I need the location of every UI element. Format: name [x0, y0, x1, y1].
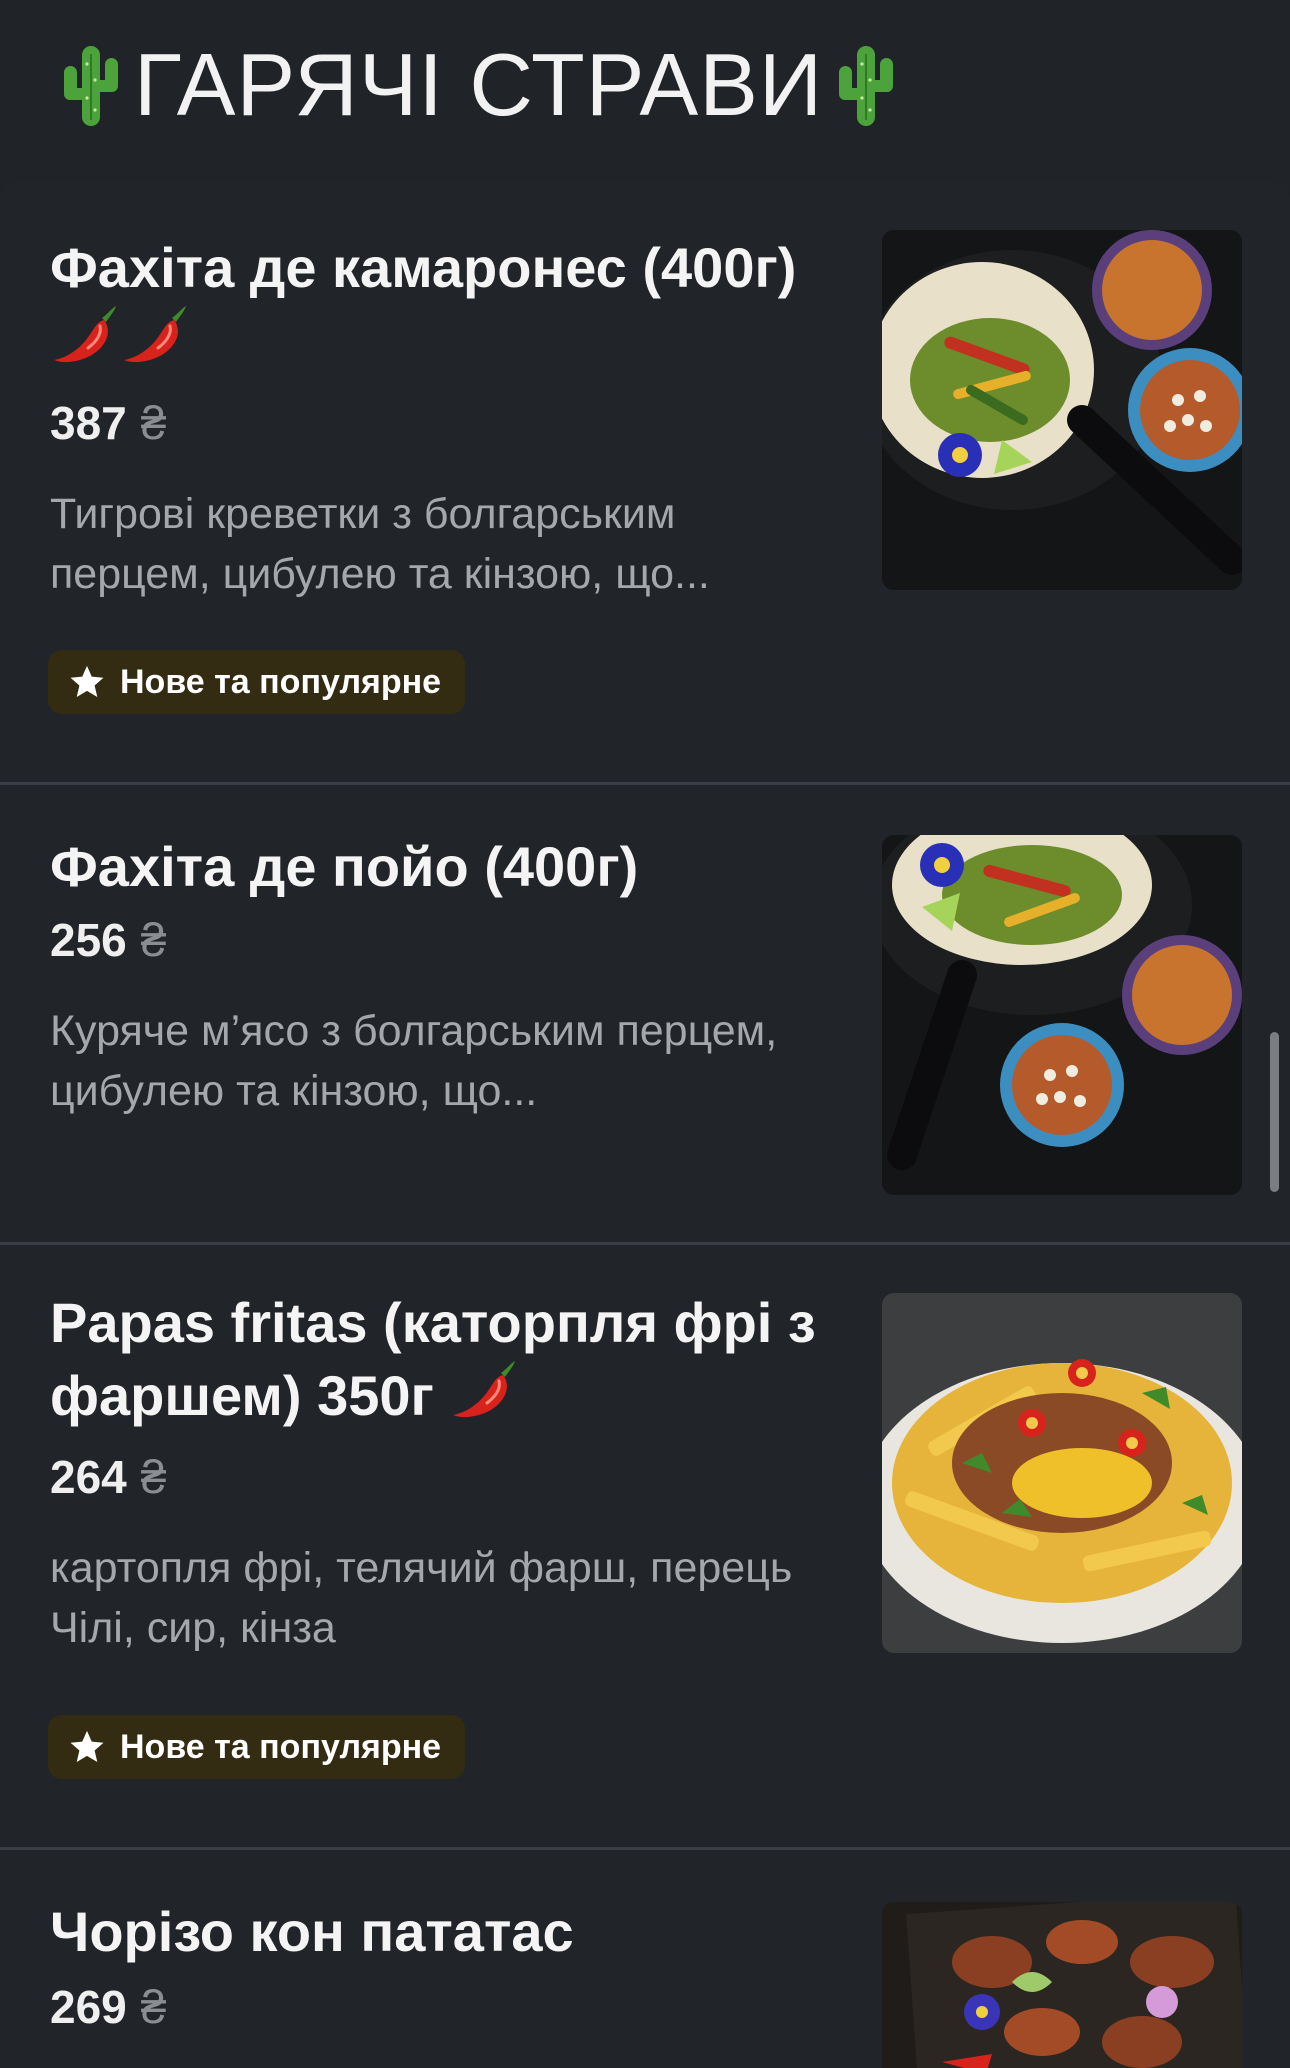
- dish-title: Фахіта де камаронес (400г): [50, 232, 850, 377]
- price-value: 387: [50, 397, 127, 449]
- currency-symbol: ₴: [140, 1981, 167, 2033]
- chorizo-potatoes-photo[interactable]: [882, 1902, 1242, 2068]
- currency-symbol: ₴: [140, 914, 167, 966]
- star-icon: [68, 663, 106, 701]
- new-popular-badge: Нове та популярне: [48, 1715, 466, 1779]
- papas-fritas-photo[interactable]: [882, 1293, 1242, 1653]
- dish-card-fajita-shrimp[interactable]: Фахіта де камаронес (400г) 387 ₴ Тигрові …: [0, 182, 1290, 785]
- dish-description: Куряче м’ясо з болгарським перцем, цибул…: [50, 1007, 778, 1115]
- currency-symbol: ₴: [140, 397, 167, 449]
- chorizo-potatoes-photo-image: [882, 1902, 1242, 2068]
- dish-card-fajita-chicken[interactable]: Фахіта де пойо (400г) 256 ₴ Куряче м’ясо …: [0, 785, 1290, 1245]
- chili-pepper-icon: [50, 304, 120, 368]
- papas-fritas-photo-image: [882, 1293, 1242, 1653]
- new-popular-badge: Нове та популярне: [48, 650, 466, 714]
- dish-price: 269 ₴: [50, 1980, 166, 2034]
- price-value: 256: [50, 914, 127, 966]
- dish-price: 256 ₴: [50, 913, 166, 967]
- price-value: 264: [50, 1451, 127, 1503]
- cactus-icon: [833, 40, 899, 130]
- star-icon: [68, 1728, 106, 1766]
- menu-page: ГАРЯЧІ СТРАВИ Фахіта де камаронес (400г)…: [0, 0, 1290, 2068]
- dish-price: 264 ₴: [50, 1450, 166, 1504]
- dish-title: Фахіта де пойо (400г): [50, 835, 639, 898]
- cactus-icon: [58, 40, 124, 130]
- scrollbar[interactable]: [1270, 1032, 1279, 1192]
- dish-title: Papas fritas (каторпля фрі з фаршем) 350…: [50, 1291, 816, 1427]
- fajita-chicken-photo[interactable]: [882, 835, 1242, 1195]
- badge-label: Нове та популярне: [120, 1727, 442, 1766]
- dish-card-chorizo[interactable]: Чорізо кон пататас 269 ₴: [0, 1850, 1290, 2068]
- fajita-shrimp-photo-image: [882, 230, 1242, 590]
- section-header: ГАРЯЧІ СТРАВИ: [0, 0, 1290, 180]
- price-value: 269: [50, 1981, 127, 2033]
- dish-title: Чорізо кон пататас: [50, 1900, 574, 1963]
- dish-card-papas-fritas[interactable]: Papas fritas (каторпля фрі з фаршем) 350…: [0, 1245, 1290, 1850]
- dish-description: картопля фрі, телячий фарш, перець Чілі,…: [50, 1544, 793, 1652]
- chili-pepper-icon: [120, 304, 190, 368]
- currency-symbol: ₴: [140, 1451, 167, 1503]
- section-title: ГАРЯЧІ СТРАВИ: [58, 34, 899, 136]
- fajita-shrimp-photo[interactable]: [882, 230, 1242, 590]
- dish-description: Тигрові креветки з болгарським перцем, ц…: [50, 490, 710, 598]
- dish-price: 387 ₴: [50, 396, 166, 450]
- badge-label: Нове та популярне: [120, 662, 442, 701]
- section-title-text: ГАРЯЧІ СТРАВИ: [134, 35, 824, 134]
- dish-list: Фахіта де камаронес (400г) 387 ₴ Тигрові …: [0, 182, 1290, 2068]
- fajita-chicken-photo-image: [882, 835, 1242, 1195]
- chili-pepper-icon: [449, 1359, 519, 1423]
